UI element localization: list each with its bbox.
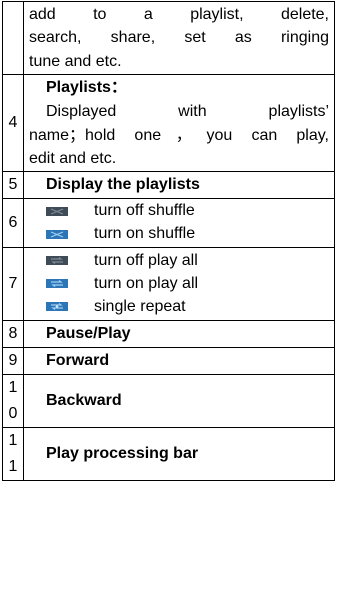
- row-content: turn off shuffle turn on shuffle: [23, 197, 335, 248]
- icon-line: turn on play all: [29, 272, 329, 295]
- icon-line: single repeat: [29, 295, 329, 318]
- row-number: 5: [2, 170, 24, 199]
- icon-label: turn on shuffle: [94, 225, 196, 242]
- row-content: Forward: [23, 346, 335, 375]
- row-number-digit: 0: [8, 404, 18, 422]
- table-row: 4 Playlists： Displayed with playlists’ n…: [2, 74, 335, 172]
- text-line: edit and etc.: [29, 150, 117, 167]
- icon-label: turn on play all: [94, 274, 199, 292]
- text-line: add to a playlist, delete,: [29, 5, 329, 23]
- row-number-digit: 1: [8, 378, 18, 396]
- row-content: add to a playlist, delete, search, share…: [23, 1, 335, 75]
- row-number: 7: [2, 246, 24, 321]
- table-row: 9 Forward: [2, 346, 335, 375]
- icon-line: turn off shuffle: [29, 200, 329, 223]
- table-row: 1 1 Play processing bar: [2, 426, 335, 481]
- row-content: Play processing bar: [23, 426, 335, 481]
- row-label: Play processing bar: [46, 445, 199, 462]
- text-line: tune and etc.: [29, 52, 122, 70]
- table-row: 6 turn off shuffle turn on shuffle: [2, 197, 335, 248]
- row-number-digit: 1: [8, 457, 18, 475]
- row-label: Pause/Play: [46, 325, 131, 342]
- row-number: 8: [2, 319, 24, 348]
- row-label: Display the playlists: [46, 176, 200, 193]
- row-number: 4: [2, 74, 24, 172]
- row-number: 1 1: [2, 426, 24, 481]
- row-number: 6: [2, 197, 24, 248]
- row-content: Playlists： Displayed with playlists’ nam…: [23, 74, 335, 172]
- table-row: 7 turn off play all turn on play all sin…: [2, 246, 335, 321]
- row-content: turn off play all turn on play all singl…: [23, 246, 335, 321]
- row-number: 1 0: [2, 373, 24, 428]
- icon-line: turn off play all: [29, 249, 329, 272]
- section-heading: Playlists：: [46, 79, 127, 96]
- row-content: Display the playlists: [23, 170, 335, 199]
- row-number-digit: 1: [8, 431, 18, 449]
- row-number: 9: [2, 346, 24, 375]
- table-row: 1 0 Backward: [2, 373, 335, 428]
- row-content: Pause/Play: [23, 319, 335, 348]
- icon-label: turn off play all: [94, 251, 198, 269]
- table-row: 8 Pause/Play: [2, 319, 335, 348]
- play-all-on-icon: [46, 279, 68, 288]
- table-row: 5 Display the playlists: [2, 170, 335, 199]
- single-repeat-icon: [46, 302, 68, 311]
- play-all-off-icon: [46, 256, 68, 265]
- row-label: Backward: [46, 392, 122, 409]
- icon-label: turn off shuffle: [94, 202, 195, 219]
- row-content: Backward: [23, 373, 335, 428]
- table-row: add to a playlist, delete, search, share…: [2, 1, 335, 75]
- text-line: search, share, set as ringing: [29, 29, 329, 47]
- text-line: name；hold one，you can play,: [29, 126, 329, 144]
- row-number: [2, 1, 24, 75]
- instruction-table: add to a playlist, delete, search, share…: [2, 1, 335, 481]
- icon-label: single repeat: [94, 297, 186, 315]
- shuffle-on-icon: [46, 229, 68, 239]
- text-line: Displayed with playlists’: [46, 103, 329, 120]
- shuffle-off-icon: [46, 206, 68, 216]
- icon-line: turn on shuffle: [29, 223, 329, 246]
- row-label: Forward: [46, 352, 110, 369]
